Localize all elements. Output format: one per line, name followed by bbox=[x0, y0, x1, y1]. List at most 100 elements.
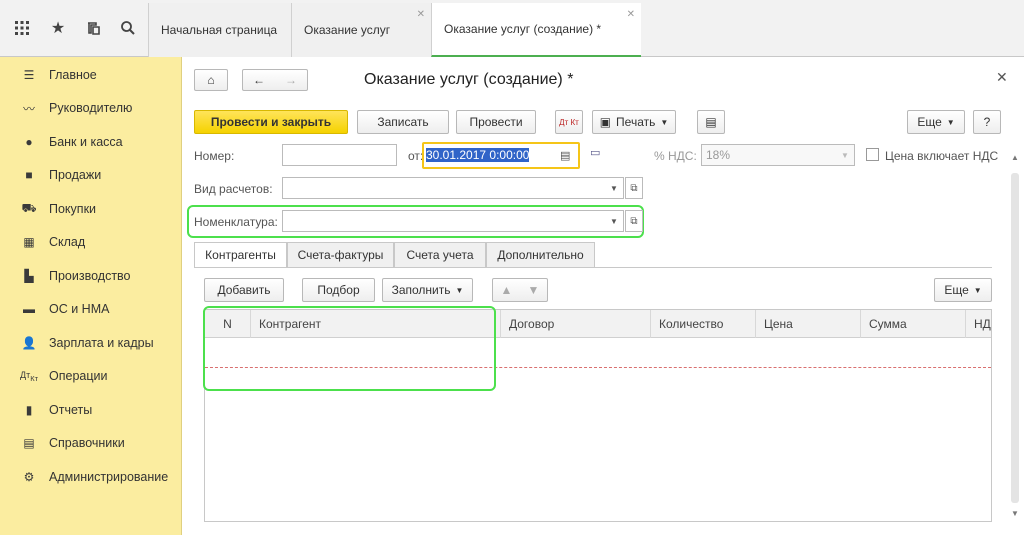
settlement-type-input[interactable] bbox=[282, 177, 624, 199]
column-quantity[interactable]: Количество bbox=[650, 310, 755, 338]
column-contract[interactable]: Договор bbox=[500, 310, 650, 338]
move-buttons: ▲ ▼ bbox=[492, 278, 548, 302]
print-button[interactable]: ▣ Печать ▼ bbox=[592, 110, 676, 134]
nav-buttons: ← → bbox=[242, 69, 308, 91]
dtkt-icon: Дт Кт bbox=[559, 117, 579, 127]
column-sum[interactable]: Сумма bbox=[860, 310, 965, 338]
chevron-down-icon[interactable]: ▼ bbox=[605, 210, 623, 232]
fill-label: Заполнить bbox=[391, 283, 451, 297]
back-arrow-icon[interactable]: ← bbox=[253, 73, 265, 87]
sidebar-item-main[interactable]: ☰ Главное bbox=[0, 58, 182, 92]
truck-icon: ▬ bbox=[23, 302, 35, 316]
dtkt-button[interactable]: Дт Кт bbox=[555, 110, 583, 134]
tab-label: Начальная страница bbox=[161, 23, 278, 37]
sidebar-item-label: Склад bbox=[49, 235, 86, 249]
sidebar-item-label: Руководителю bbox=[49, 101, 133, 115]
more-button[interactable]: Еще ▼ bbox=[907, 110, 965, 134]
scroll-down-icon[interactable]: ▼ bbox=[1011, 509, 1019, 518]
number-input[interactable] bbox=[282, 144, 397, 166]
tab-home[interactable]: Начальная страница bbox=[148, 3, 291, 57]
tab-accounts[interactable]: Счета учета bbox=[394, 242, 486, 268]
print-label: Печать bbox=[616, 115, 656, 129]
factory-icon: ▙ bbox=[24, 269, 34, 283]
scroll-thumb[interactable] bbox=[1011, 173, 1019, 503]
tab-services-list[interactable]: Оказание услуг ✕ bbox=[291, 3, 431, 57]
vat-select[interactable]: 18% bbox=[701, 144, 855, 166]
more-label: Еще bbox=[917, 115, 942, 129]
chevron-down-icon: ▼ bbox=[973, 285, 982, 295]
post-button[interactable]: Провести bbox=[456, 110, 536, 134]
close-tab-icon[interactable]: ✕ bbox=[627, 9, 635, 20]
date-input[interactable]: 30.01.2017 0:00:00 bbox=[426, 144, 556, 166]
price-includes-vat-checkbox[interactable] bbox=[866, 148, 879, 161]
fill-button[interactable]: Заполнить ▼ bbox=[382, 278, 473, 302]
close-icon[interactable]: ✕ bbox=[996, 69, 1008, 86]
pick-button[interactable]: Подбор bbox=[302, 278, 375, 302]
sidebar-item-salary[interactable]: 👤 Зарплата и кадры bbox=[0, 326, 182, 360]
document-report-button[interactable]: ▤ bbox=[697, 110, 725, 134]
column-vat[interactable]: НД bbox=[965, 310, 991, 338]
sidebar-item-label: Производство bbox=[49, 269, 131, 283]
vat-label: % НДС: bbox=[654, 149, 697, 163]
column-price[interactable]: Цена bbox=[755, 310, 860, 338]
dtkt-icon: ДтКт bbox=[19, 369, 39, 383]
add-button[interactable]: Добавить bbox=[204, 278, 284, 302]
post-and-close-button[interactable]: Провести и закрыть bbox=[194, 110, 348, 134]
form-scrollbar[interactable]: ▲ ▼ bbox=[1010, 153, 1020, 523]
move-up-icon[interactable]: ▲ bbox=[501, 283, 513, 297]
sidebar-item-label: Операции bbox=[49, 369, 108, 383]
apps-grid-icon[interactable] bbox=[10, 16, 34, 40]
tab-invoices[interactable]: Счета-фактуры bbox=[287, 242, 394, 268]
ruble-icon: ● bbox=[25, 135, 33, 149]
sidebar-item-label: Справочники bbox=[49, 436, 125, 450]
sidebar-item-references[interactable]: ▤ Справочники bbox=[0, 426, 182, 460]
warehouse-icon: ▦ bbox=[23, 235, 35, 249]
sidebar-item-manager[interactable]: 〰 Руководителю bbox=[0, 91, 182, 125]
printer-icon: ▣ bbox=[599, 115, 612, 129]
chevron-down-icon: ▼ bbox=[660, 117, 669, 127]
chevron-down-icon[interactable]: ▼ bbox=[836, 144, 854, 166]
sidebar-item-assets[interactable]: ▬ ОС и НМА bbox=[0, 292, 182, 326]
tab-counterparties[interactable]: Контрагенты bbox=[194, 242, 287, 268]
sidebar-item-bank[interactable]: ● Банк и касса bbox=[0, 125, 182, 159]
sidebar: ☰ Главное 〰 Руководителю ● Банк и касса ■ Пр… bbox=[0, 57, 182, 535]
sidebar-item-purchases[interactable]: ⛟ Покупки bbox=[0, 192, 182, 226]
save-button[interactable]: Записать bbox=[357, 110, 449, 134]
sidebar-item-reports[interactable]: ▮ Отчеты bbox=[0, 393, 182, 427]
sidebar-item-production[interactable]: ▙ Производство bbox=[0, 259, 182, 293]
scroll-up-icon[interactable]: ▲ bbox=[1011, 153, 1019, 162]
sidebar-item-label: Главное bbox=[49, 68, 97, 82]
sidebar-item-admin[interactable]: ⚙ Администрирование bbox=[0, 460, 182, 494]
sidebar-item-label: Зарплата и кадры bbox=[49, 336, 154, 350]
page-title: Оказание услуг (создание) * bbox=[364, 71, 574, 88]
sidebar-item-label: Банк и касса bbox=[49, 135, 123, 149]
close-tab-icon[interactable]: ✕ bbox=[417, 9, 425, 20]
home-button[interactable]: ⌂ bbox=[194, 69, 228, 91]
forward-arrow-icon[interactable]: → bbox=[285, 73, 297, 87]
sidebar-item-label: Покупки bbox=[49, 202, 97, 216]
star-icon[interactable]: ★ bbox=[46, 16, 70, 40]
settlement-type-label: Вид расчетов: bbox=[194, 182, 273, 196]
tab-additional[interactable]: Дополнительно bbox=[486, 242, 595, 268]
help-button[interactable]: ? bbox=[973, 110, 1001, 134]
sidebar-item-warehouse[interactable]: ▦ Склад bbox=[0, 225, 182, 259]
tab-services-create[interactable]: Оказание услуг (создание) * ✕ bbox=[431, 3, 641, 57]
calculator-icon[interactable]: ▭ bbox=[590, 146, 600, 159]
more-label: Еще bbox=[944, 283, 969, 297]
chevron-down-icon[interactable]: ▼ bbox=[605, 177, 623, 199]
sidebar-item-sales[interactable]: ■ Продажи bbox=[0, 158, 182, 192]
sidebar-item-label: Администрирование bbox=[49, 470, 169, 484]
nomenclature-input[interactable] bbox=[282, 210, 624, 232]
move-down-icon[interactable]: ▼ bbox=[528, 283, 540, 297]
sidebar-item-label: Отчеты bbox=[49, 403, 93, 417]
table-more-button[interactable]: Еще ▼ bbox=[934, 278, 992, 302]
sidebar-item-operations[interactable]: ДтКт Операции bbox=[0, 359, 182, 393]
bars-icon: ▮ bbox=[25, 403, 33, 417]
history-icon[interactable] bbox=[82, 16, 106, 40]
nomenclature-label: Номенклатура: bbox=[194, 215, 278, 229]
search-icon[interactable] bbox=[116, 16, 140, 40]
open-icon[interactable]: ⧉ bbox=[625, 210, 643, 232]
open-icon[interactable]: ⧉ bbox=[625, 177, 643, 199]
open-tabs: Начальная страница Оказание услуг ✕ Оказ… bbox=[148, 3, 641, 57]
calendar-icon[interactable]: ▤ bbox=[560, 149, 570, 162]
